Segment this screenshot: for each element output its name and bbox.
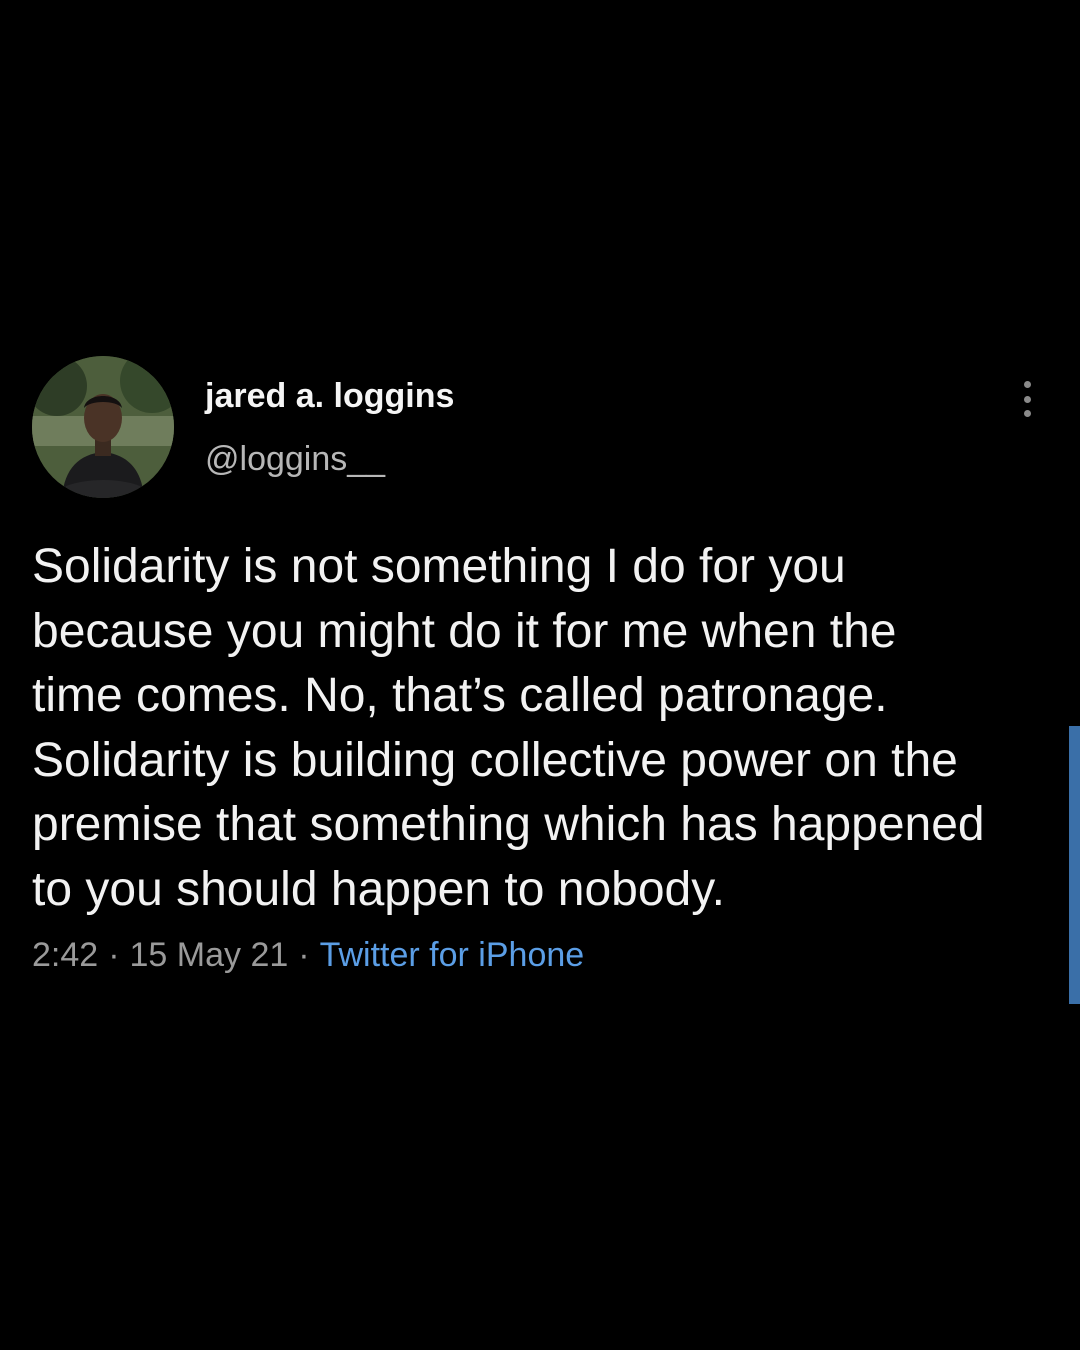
tweet-source-link[interactable]: Twitter for iPhone — [320, 936, 585, 974]
meta-separator: · — [298, 936, 310, 974]
author-handle[interactable]: @loggins__ — [205, 440, 385, 479]
tweet-time: 2:42 — [32, 936, 99, 974]
tweet-text: Solidarity is not something I do for you… — [32, 540, 985, 916]
tweet-metadata: 2:42 · 15 May 21 · Twitter for iPhone — [32, 936, 584, 975]
meta-separator: · — [108, 936, 120, 974]
vertical-ellipsis-icon — [1023, 410, 1031, 417]
avatar[interactable] — [32, 356, 174, 498]
tweet-card: jared a. loggins @loggins__ Solidarity i… — [0, 0, 1080, 1350]
author-display-name[interactable]: jared a. loggins — [205, 377, 454, 416]
vertical-ellipsis-icon — [1023, 381, 1031, 388]
more-options-button[interactable] — [1010, 376, 1044, 422]
avatar-photo — [32, 356, 174, 498]
vertical-ellipsis-icon — [1023, 395, 1031, 403]
tweet-date: 15 May 21 — [129, 936, 289, 974]
scrollbar-thumb[interactable] — [1069, 726, 1080, 1004]
